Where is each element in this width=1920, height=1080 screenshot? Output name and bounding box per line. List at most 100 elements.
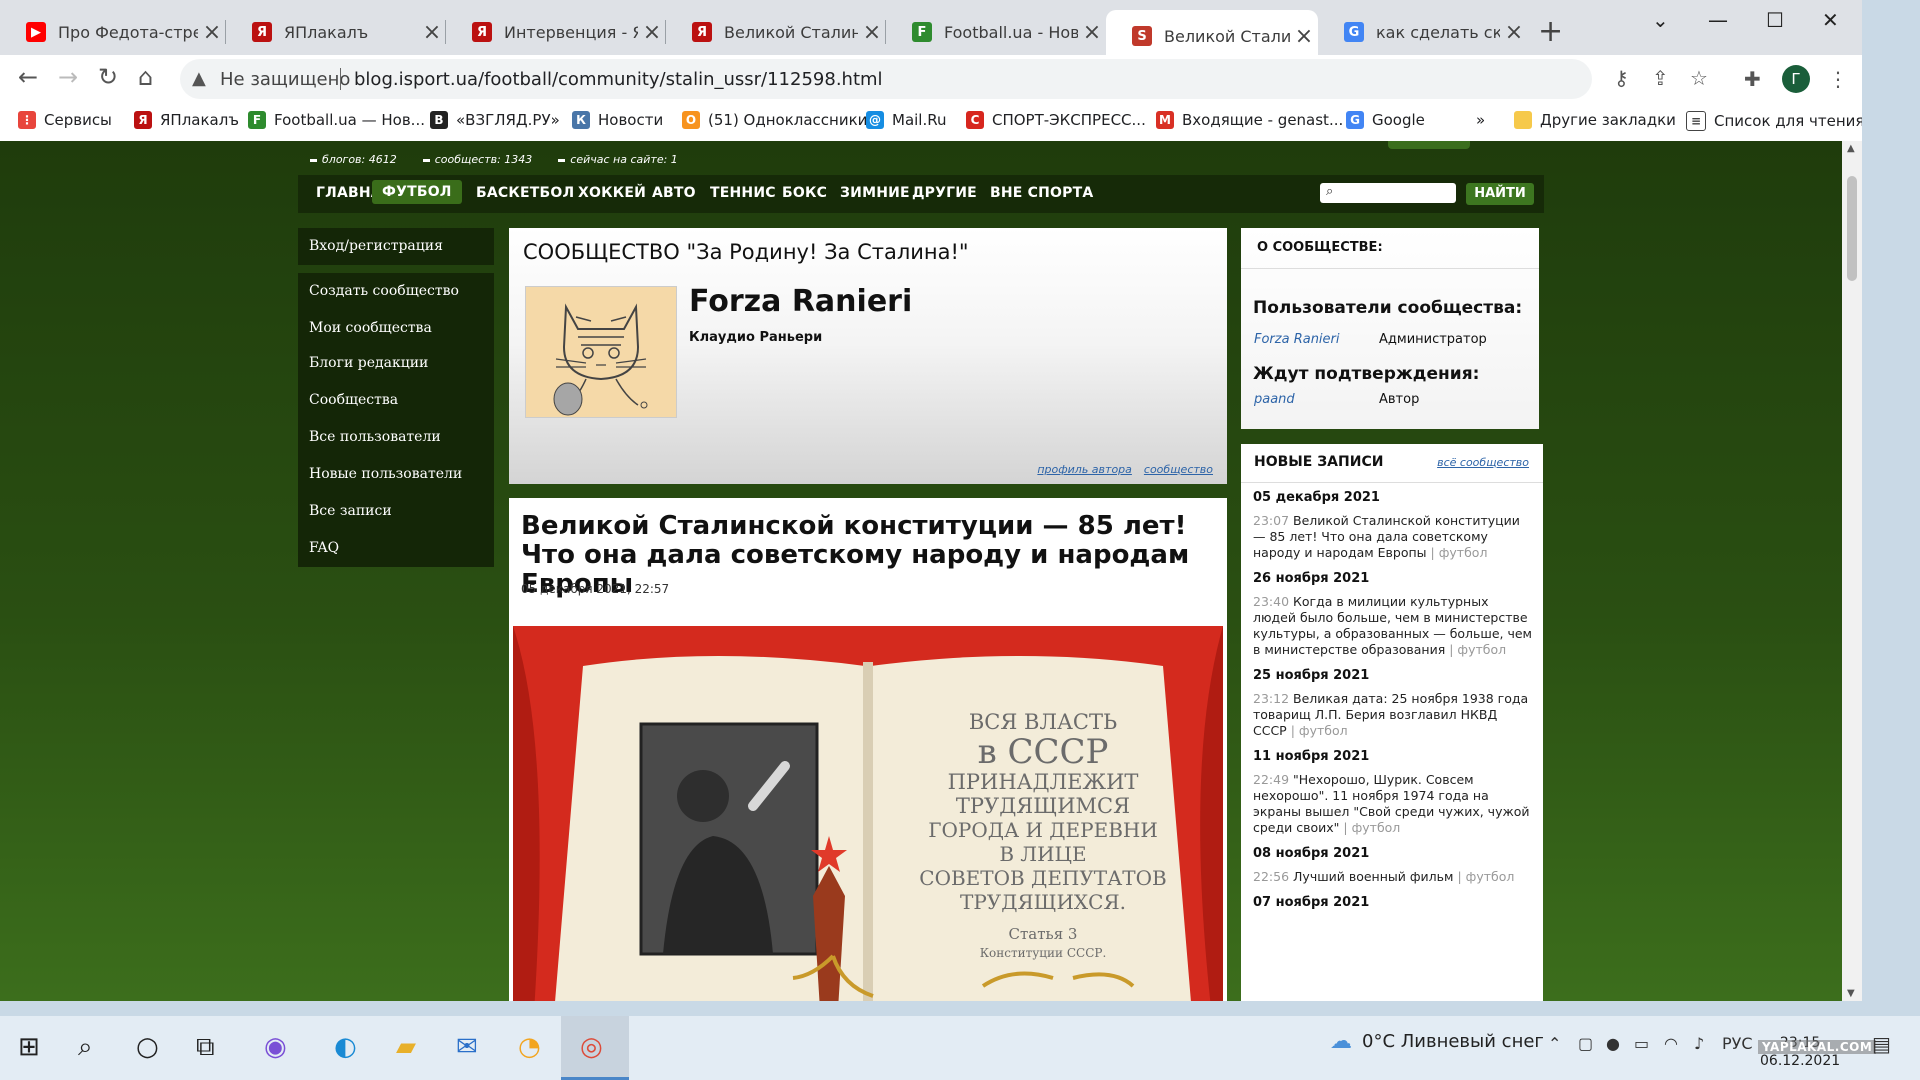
browser-tab[interactable]: ▶ Про Федота-стрельца× [0,10,226,54]
new-tab-button[interactable]: + [1538,14,1563,49]
bookmark-item[interactable]: @ Mail.Ru [866,111,947,129]
close-tab-icon[interactable]: × [1500,20,1528,45]
entry-tag[interactable]: футбол [1439,545,1488,560]
close-tab-icon[interactable]: × [638,20,666,45]
nav-item[interactable]: ТЕННИС [710,185,776,201]
wifi-icon[interactable]: ◠ [1664,1034,1678,1053]
browser-tab[interactable]: Я Интервенция - ЯПлакалъ× [446,10,666,54]
left-menu-item[interactable]: Все записи [298,493,494,530]
left-menu-item[interactable]: FAQ [298,530,494,567]
left-menu-item[interactable]: Вход/регистрация [298,228,494,265]
left-menu-item[interactable]: Все пользователи [298,419,494,456]
windows-start-icon[interactable]: ⊞ [18,1032,40,1062]
bookmark-item[interactable]: К Новости [572,111,663,129]
entry-tag[interactable]: футбол [1457,642,1506,657]
bookmark-item[interactable]: M Входящие - genast... [1156,111,1343,129]
extensions-puzzle-icon[interactable]: ✚ [1744,67,1761,91]
home-icon[interactable]: ⌂ [138,63,153,91]
site-search-input[interactable]: ⌕ [1320,183,1456,203]
header-button-edge[interactable] [1388,141,1470,149]
entry-title[interactable]: Лучший военный фильм [1293,869,1453,884]
search-icon[interactable]: ⌕ [78,1032,93,1063]
reading-list[interactable]: ≡ Список для чтения [1686,111,1862,131]
author-profile-link[interactable]: профиль автора [1037,463,1132,476]
share-icon[interactable]: ⇪ [1652,66,1669,90]
member-link[interactable]: Forza Ranieri [1254,332,1340,347]
chrome-icon[interactable]: ◎ [580,1032,603,1062]
nav-item[interactable]: ХОККЕЙ [578,185,646,201]
battery-icon[interactable]: ▭ [1634,1034,1649,1053]
other-bookmarks[interactable]: Другие закладки [1514,111,1676,129]
scroll-down-arrow-icon[interactable]: ▼ [1847,988,1855,999]
pending-user-link[interactable]: paand [1254,392,1295,407]
edge-browser-icon[interactable]: ◐ [334,1032,357,1062]
browser-tab[interactable]: Я ЯПлакалъ × [226,10,446,54]
close-tab-icon[interactable]: × [198,20,226,45]
bookmarks-overflow-button[interactable]: » [1476,111,1485,129]
search-submit-button[interactable]: НАЙТИ [1466,183,1534,205]
language-indicator[interactable]: РУС [1722,1034,1753,1053]
tray-chevron-icon[interactable]: ⌃ [1548,1034,1561,1053]
nav-item[interactable]: ЗИМНИЕ [840,185,910,201]
browser-tab[interactable]: Gкак сделать скриншот× [1318,10,1528,54]
scrollbar-thumb[interactable] [1847,176,1857,281]
weather-widget[interactable]: ☁ 0°C Ливневый снег [1330,1029,1544,1054]
close-tab-icon[interactable]: × [858,20,886,45]
feed-entry[interactable]: 23:40 Когда в милиции культурных людей б… [1253,594,1533,658]
cortana-circle-icon[interactable]: ○ [136,1032,159,1062]
microphone-icon[interactable]: ● [1606,1034,1620,1053]
browser-tab[interactable]: F Football.ua - Новости× [886,10,1106,54]
task-view-icon[interactable]: ⧉ [196,1032,215,1063]
bookmark-item[interactable]: О (51) Одноклассники [682,111,867,129]
url-text[interactable]: blog.isport.ua/football/community/stalin… [354,69,883,90]
nav-item[interactable]: ФУТБОЛ [372,180,462,204]
alice-assistant-icon[interactable]: ◉ [264,1032,287,1062]
minimize-button[interactable]: — [1708,8,1728,32]
close-tab-icon[interactable]: × [418,20,446,45]
left-menu-item[interactable]: Сообщества [298,382,494,419]
left-menu-item[interactable]: Мои сообщества [298,310,494,347]
page-scrollbar[interactable]: ▲ ▼ [1842,141,1862,1001]
profile-avatar[interactable]: Г [1782,65,1810,93]
tray-device-icon[interactable]: ▢ [1578,1034,1593,1053]
left-menu-item[interactable]: Блоги редакции [298,345,494,382]
nav-item[interactable]: БАСКЕТБОЛ [476,185,574,201]
nav-item[interactable]: БОКС [782,185,827,201]
notifications-icon[interactable]: ▤ [1872,1032,1891,1056]
nav-item[interactable]: ВНЕ СПОРТА [990,185,1093,201]
bookmark-star-icon[interactable]: ☆ [1690,66,1708,90]
entry-tag[interactable]: футбол [1299,723,1348,738]
left-menu-item[interactable]: Создать сообщество [298,273,494,310]
bookmark-item[interactable]: Я ЯПлакалъ [134,111,239,129]
bookmark-item[interactable]: G Google [1346,111,1425,129]
feed-entry[interactable]: 22:49 "Нехорошо, Шурик. Совсем нехорошо"… [1253,772,1533,836]
yandex-browser-icon[interactable]: ◔ [518,1032,541,1062]
user-avatar-cat-image[interactable] [525,286,677,418]
bookmark-item[interactable]: С СПОРТ-ЭКСПРЕСС... [966,111,1146,129]
bookmark-item[interactable]: F Football.ua — Нов... [248,111,425,129]
key-icon[interactable]: ⚷ [1614,66,1629,90]
all-community-link[interactable]: всё сообщество [1437,456,1529,469]
feed-entry[interactable]: 23:12 Великая дата: 25 ноября 1938 года … [1253,691,1533,739]
mail-icon[interactable]: ✉ [456,1032,478,1062]
reload-icon[interactable]: ↻ [98,63,118,91]
community-link[interactable]: сообщество [1144,463,1213,476]
close-tab-icon[interactable]: × [1078,20,1106,45]
nav-item[interactable]: ДРУГИЕ [912,185,977,201]
volume-icon[interactable]: ♪ [1694,1034,1704,1053]
feed-entry[interactable]: 22:56 Лучший военный фильм | футбол [1253,869,1533,885]
file-explorer-icon[interactable]: ▰ [396,1032,416,1062]
entry-tag[interactable]: футбол [1352,820,1401,835]
tab-search-chevron-icon[interactable]: ⌄ [1652,8,1669,32]
browser-tab[interactable]: Я Великой Сталинской× [666,10,886,54]
close-window-button[interactable]: ✕ [1822,8,1839,32]
bookmark-item[interactable]: B «ВЗГЛЯД.РУ» [430,111,560,129]
address-bar[interactable]: ▲ Не защищено blog.isport.ua/football/co… [180,59,1708,99]
back-arrow-icon[interactable]: ← [18,63,38,91]
scroll-up-arrow-icon[interactable]: ▲ [1847,143,1855,154]
left-menu-item[interactable]: Новые пользователи [298,456,494,493]
close-tab-icon[interactable]: × [1290,24,1318,49]
forward-arrow-icon[interactable]: → [58,63,78,91]
feed-entry[interactable]: 23:07 Великой Сталинской конституции — 8… [1253,513,1533,561]
nav-item[interactable]: АВТО [652,185,696,201]
